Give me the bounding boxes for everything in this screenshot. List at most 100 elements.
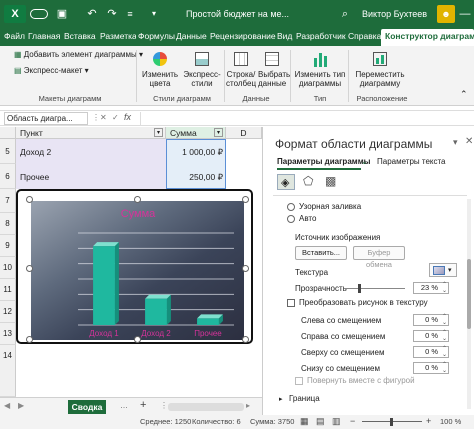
row-header-10[interactable]: 10 (0, 257, 16, 279)
row-header-12[interactable]: 12 (0, 301, 16, 323)
zoom-level[interactable]: 100 % (440, 417, 461, 426)
tab-chart-options[interactable]: Параметры диаграммы (277, 157, 370, 166)
search-icon[interactable]: ⌕ (336, 5, 354, 23)
collapse-ribbon-icon[interactable]: ⌃ (460, 90, 468, 99)
size-properties-icon[interactable]: ▩ (325, 174, 336, 188)
row-header-11[interactable]: 11 (0, 279, 16, 301)
move-chart-button[interactable]: Переместить диаграмму (352, 50, 408, 88)
name-box[interactable]: Область диагра... (4, 112, 88, 125)
transparency-slider[interactable] (345, 288, 405, 289)
border-section-header[interactable]: Граница (289, 394, 320, 403)
filter-icon[interactable]: ▾ (154, 128, 163, 137)
change-colors-button[interactable]: Изменить цвета (140, 50, 180, 88)
fill-line-icon[interactable]: ◈ (277, 174, 295, 190)
column-header-a[interactable]: Пункт ▾ (16, 127, 166, 139)
zoom-slider-thumb[interactable] (390, 418, 393, 426)
resize-handle[interactable] (26, 336, 33, 343)
pattern-fill-radio[interactable] (287, 203, 295, 211)
scrollbar-thumb[interactable] (467, 259, 471, 329)
resize-handle[interactable] (26, 196, 33, 203)
tab-developer[interactable]: Разработчик (296, 31, 346, 41)
enter-icon[interactable]: ✓ (112, 113, 119, 122)
auto-fill-radio[interactable] (287, 215, 295, 223)
clipboard-button[interactable]: Буфер обмена (353, 246, 405, 269)
quick-access-more-icon[interactable]: ≡ (124, 5, 136, 23)
pane-options-icon[interactable]: ▾ (453, 137, 458, 148)
row-header-6[interactable]: 6 (0, 164, 16, 189)
normal-view-icon[interactable]: ▦ (300, 416, 309, 427)
add-sheet-button[interactable]: + (140, 399, 146, 411)
cell-b5[interactable]: 1 000,00 ₽ (166, 147, 223, 158)
redo-icon[interactable]: ↷ (106, 5, 118, 23)
bottom-offset-input[interactable]: 0 % (413, 362, 449, 374)
cell-a5[interactable]: Доход 2 (20, 147, 51, 157)
tab-review[interactable]: Рецензирование (210, 31, 276, 41)
column-header-d[interactable]: D (226, 127, 262, 139)
user-name[interactable]: Виктор Бухтеев (362, 5, 432, 23)
left-offset-input[interactable]: 0 % (413, 314, 449, 326)
row-header-5[interactable]: 5 (0, 139, 16, 164)
change-chart-type-button[interactable]: Изменить тип диаграммы (294, 50, 346, 88)
zoom-in-icon[interactable]: + (426, 416, 431, 426)
quick-layout-button[interactable]: ▤ Экспресс-макет ▾ (14, 66, 89, 75)
tab-home[interactable]: Главная (28, 31, 60, 41)
vertical-scrollbar[interactable] (467, 199, 471, 409)
row-header-9[interactable]: 9 (0, 235, 16, 257)
cell-b6[interactable]: 250,00 ₽ (166, 172, 223, 183)
page-break-view-icon[interactable]: ▥ (332, 416, 341, 427)
autosave-toggle[interactable] (30, 9, 48, 19)
save-icon[interactable]: ▣ (56, 5, 68, 23)
row-header-7[interactable]: 7 (0, 189, 16, 213)
top-offset-input[interactable]: 0 % (413, 346, 449, 358)
transparency-slider-thumb[interactable] (357, 284, 361, 293)
close-icon[interactable]: ✕ (465, 136, 473, 147)
more-sheets-icon[interactable]: … (120, 401, 128, 410)
horizontal-scrollbar[interactable] (168, 403, 244, 411)
rotate-checkbox[interactable] (295, 377, 303, 385)
resize-handle[interactable] (242, 196, 249, 203)
effects-icon[interactable]: ⬠ (303, 174, 313, 188)
tab-text-options[interactable]: Параметры текста (377, 157, 446, 166)
switch-row-column-button[interactable]: Строка/столбец (226, 50, 256, 88)
chevron-right-icon[interactable]: ▸ (279, 395, 283, 403)
tab-view[interactable]: Вид (277, 31, 292, 41)
resize-handle[interactable] (242, 265, 249, 272)
right-offset-input[interactable]: 0 % (413, 330, 449, 342)
tab-data[interactable]: Данные (176, 31, 207, 41)
minimize-button[interactable]: — (458, 5, 472, 23)
quick-styles-button[interactable]: Экспресс-стили (182, 50, 222, 88)
row-header-8[interactable]: 8 (0, 213, 16, 235)
avatar[interactable]: ☻ (437, 5, 455, 23)
cell-a6[interactable]: Прочее (20, 172, 49, 182)
transparency-input[interactable]: 23 % (413, 282, 449, 294)
insert-image-button[interactable]: Вставить... (295, 246, 347, 260)
zoom-out-icon[interactable]: − (350, 416, 355, 426)
row-header-13[interactable]: 13 (0, 323, 16, 345)
function-icon[interactable]: fx (124, 112, 131, 122)
texture-picker[interactable]: ▾ (429, 263, 457, 277)
resize-handle[interactable] (242, 336, 249, 343)
tab-page-layout[interactable]: Разметка страницы (100, 31, 136, 41)
add-chart-element-button[interactable]: ▦ Добавить элемент диаграммы ▾ (14, 50, 143, 59)
sheet-tab-summary[interactable]: Сводка (68, 400, 106, 414)
page-layout-view-icon[interactable]: ▤ (316, 416, 325, 427)
scroll-right-icon[interactable]: ▸ (246, 401, 250, 410)
tab-file[interactable]: Файл (4, 31, 25, 41)
tile-checkbox[interactable] (287, 299, 295, 307)
next-sheet-icon[interactable]: ▶ (18, 401, 24, 410)
resize-handle[interactable] (26, 265, 33, 272)
filter-icon[interactable]: ▾ (214, 128, 223, 137)
tab-chart-design[interactable]: Конструктор диаграмм (381, 29, 474, 46)
cancel-icon[interactable]: ✕ (100, 113, 107, 122)
undo-icon[interactable]: ↶ (86, 5, 98, 23)
select-all-corner[interactable] (0, 127, 16, 139)
select-data-button[interactable]: Выбрать данные (258, 50, 290, 88)
chevron-down-icon[interactable]: ⌄ (361, 157, 368, 166)
tab-formulas[interactable]: Формулы (138, 31, 175, 41)
formula-input[interactable] (140, 112, 470, 125)
row-header-14[interactable]: 14 (0, 345, 16, 397)
resize-handle[interactable] (134, 196, 141, 203)
tab-insert[interactable]: Вставка (64, 31, 96, 41)
prev-sheet-icon[interactable]: ◀ (4, 401, 10, 410)
column-header-b[interactable]: Сумма ▾ (166, 127, 226, 139)
